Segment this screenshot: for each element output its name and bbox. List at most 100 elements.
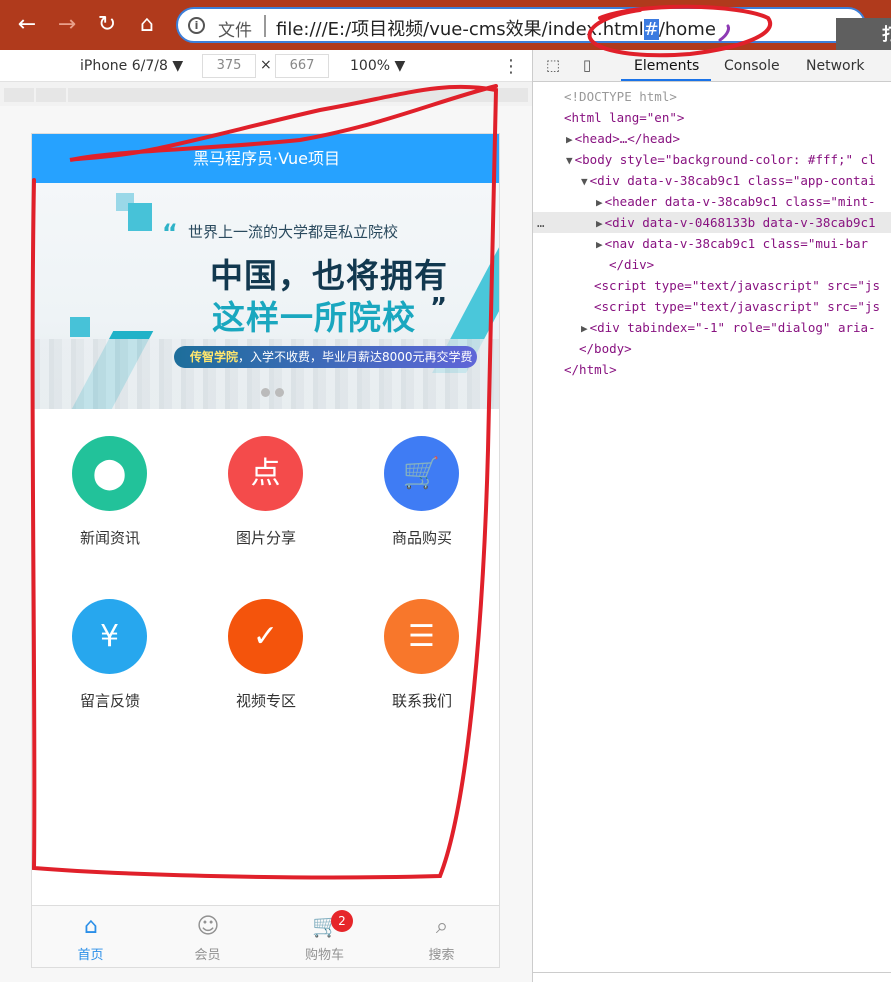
ruler-segment [36, 88, 66, 102]
dom-node-line[interactable]: ▶ <nav data-v-38cab9c1 class="mui-bar [533, 233, 891, 254]
grid-item-label: 联系我们 [391, 692, 452, 710]
dom-node-line[interactable]: </div> [533, 254, 891, 275]
dom-node-text: <body style="background-color: #fff;" cl [574, 152, 876, 167]
grid-item[interactable]: 点图片分享 [188, 436, 344, 586]
inspect-element-icon[interactable]: ⬚ [543, 56, 563, 76]
dom-node-line[interactable]: </html> [533, 359, 891, 380]
tab-item[interactable]: ☺ 会员 [149, 906, 266, 967]
info-icon[interactable]: i [188, 17, 205, 34]
banner-headline-1: 中国，也将拥有 [210, 256, 448, 295]
carousel-banner[interactable]: “ 世界上一流的大学都是私立院校 中国，也将拥有 这样一所院校 ” 传智学院，入… [32, 183, 499, 409]
browser-toolbar: ← → ↻ ⌂ i 文件 file:///E:/项目视频/vue-cms效果/i… [0, 0, 891, 74]
grid-item[interactable]: ☰ 联系我们 [344, 599, 499, 749]
forward-button[interactable]: → [52, 10, 82, 40]
grid-item-label: 新闻资讯 [79, 529, 140, 547]
dom-node-line[interactable]: … ▶ <div data-v-0468133b data-v-38cab9c1 [533, 212, 891, 233]
expand-toggle-icon[interactable]: ▼ [581, 175, 588, 188]
back-button[interactable]: ← [12, 10, 42, 40]
ruler-segment [4, 88, 34, 102]
quote-mark-icon: “ [162, 219, 178, 247]
tab-item[interactable]: ⌂ 首页 [32, 906, 149, 967]
dom-node-text: <nav data-v-38cab9c1 class="mui-bar [604, 236, 869, 251]
photo-share-icon: 点 [228, 436, 303, 511]
grid-item[interactable]: ⬤ 新闻资讯 [32, 436, 188, 586]
tab-label: 购物车 [304, 948, 344, 963]
dom-node-line[interactable]: ▶ <header data-v-38cab9c1 class="mint- [533, 191, 891, 212]
dom-node-line[interactable]: <script type="text/javascript" src="js [533, 275, 891, 296]
tab-item[interactable]: 🛒 购物车 2 [266, 906, 383, 967]
home-icon: ⌂ [84, 914, 98, 939]
pill-brand: 传智学院 [190, 350, 239, 364]
arrow-left-icon: ← [17, 12, 37, 37]
grid-item-label: 留言反馈 [79, 692, 140, 710]
dom-node-text: <script type="text/javascript" src="js [594, 278, 880, 293]
kebab-menu-icon[interactable]: ⋮ [502, 56, 520, 77]
home-button[interactable]: ⌂ [132, 10, 162, 40]
devtools-panel: ⬚ ▯ Elements Console Network <!DOCTYPE h… [532, 50, 891, 982]
grid-item[interactable]: ✓ 视频专区 [188, 599, 344, 749]
dom-node-line[interactable]: ▶ <div tabindex="-1" role="dialog" aria- [533, 317, 891, 338]
dom-node-line[interactable]: <html lang="en"> [533, 107, 891, 128]
dom-node-line[interactable]: ▶ <head>…</head> [533, 128, 891, 149]
dom-node-line[interactable]: ▼ <div data-v-38cab9c1 class="app-contai [533, 170, 891, 191]
expand-toggle-icon[interactable]: ▶ [596, 238, 603, 251]
tab-console[interactable]: Console [724, 58, 780, 74]
devtools-drawer-border [533, 972, 891, 982]
tab-item[interactable]: ⌕ 搜索 [383, 906, 499, 967]
video-check-icon: ✓ [228, 599, 303, 674]
quote-end-icon: ” [430, 293, 448, 323]
separator [264, 15, 266, 37]
device-toolbar: iPhone 6/7/8 ▼ 375 × 667 100% ▼ ⋮ [0, 50, 532, 82]
height-input[interactable]: 667 [275, 54, 329, 78]
dom-node-line[interactable]: </body> [533, 338, 891, 359]
search-icon: ⌕ [435, 914, 449, 939]
width-input[interactable]: 375 [202, 54, 256, 78]
carousel-dot[interactable] [275, 388, 284, 397]
devtools-tabs: ⬚ ▯ Elements Console Network [533, 50, 891, 82]
ruler-segment [68, 88, 528, 102]
screen: ← → ↻ ⌂ i 文件 file:///E:/项目视频/vue-cms效果/i… [0, 0, 891, 982]
dom-node-line[interactable]: <!DOCTYPE html> [533, 86, 891, 107]
device-select[interactable]: iPhone 6/7/8 ▼ [80, 58, 183, 74]
tab-label: 首页 [77, 948, 104, 963]
url-text[interactable]: file:///E:/项目视频/vue-cms效果/index.html#/ho… [276, 15, 716, 41]
grid-item[interactable]: ¥ 留言反馈 [32, 599, 188, 749]
shopping-cart-icon: 🛒 [384, 436, 459, 511]
dom-node-text: </div> [609, 257, 655, 272]
dom-node-line[interactable]: ▼ <body style="background-color: #fff;" c… [533, 149, 891, 170]
times-sign: × [260, 57, 272, 73]
expand-toggle-icon[interactable]: ▶ [596, 196, 603, 209]
dom-node-text: <head>…</head> [574, 131, 680, 146]
tab-label: 会员 [194, 948, 221, 963]
active-tab-indicator [621, 79, 711, 81]
app-header: 黑马程序员·Vue项目 [32, 134, 499, 183]
reload-icon: ↻ [97, 12, 117, 37]
corner-mark: 打 [882, 25, 891, 45]
expand-toggle-icon[interactable]: ▶ [596, 217, 603, 230]
dom-node-text: </body> [579, 341, 632, 356]
banner-pill: 传智学院，入学不收费，毕业月薪达8000元再交学费 [174, 346, 477, 368]
dom-node-text: <div data-v-0468133b data-v-38cab9c1 [604, 215, 876, 230]
device-toggle-icon[interactable]: ▯ [577, 56, 597, 76]
dom-node-text: <!DOCTYPE html> [564, 89, 677, 104]
grid-item[interactable]: 🛒 商品购买 [344, 436, 499, 586]
grid-item-label: 图片分享 [235, 529, 296, 547]
expand-toggle-icon[interactable]: ▶ [581, 322, 588, 335]
tab-network[interactable]: Network [806, 58, 864, 74]
zoom-select[interactable]: 100% ▼ [350, 58, 405, 74]
banner-tagline: 世界上一流的大学都是私立院校 [188, 223, 399, 241]
arrow-right-icon: → [57, 12, 77, 37]
node-ellipsis[interactable]: … [537, 212, 545, 233]
reload-button[interactable]: ↻ [92, 10, 122, 40]
expand-toggle-icon[interactable]: ▶ [566, 133, 573, 146]
file-label: 文件 [218, 21, 252, 41]
carousel-dot[interactable] [261, 388, 270, 397]
tab-elements[interactable]: Elements [634, 58, 699, 74]
tab-label: 搜索 [428, 948, 455, 963]
decor-square [70, 317, 90, 337]
grid-item-label: 视频专区 [235, 692, 296, 710]
address-bar[interactable]: i 文件 file:///E:/项目视频/vue-cms效果/index.htm… [176, 7, 866, 43]
expand-toggle-icon[interactable]: ▼ [566, 154, 573, 167]
dom-node-text: <header data-v-38cab9c1 class="mint- [604, 194, 876, 209]
dom-node-line[interactable]: <script type="text/javascript" src="js [533, 296, 891, 317]
